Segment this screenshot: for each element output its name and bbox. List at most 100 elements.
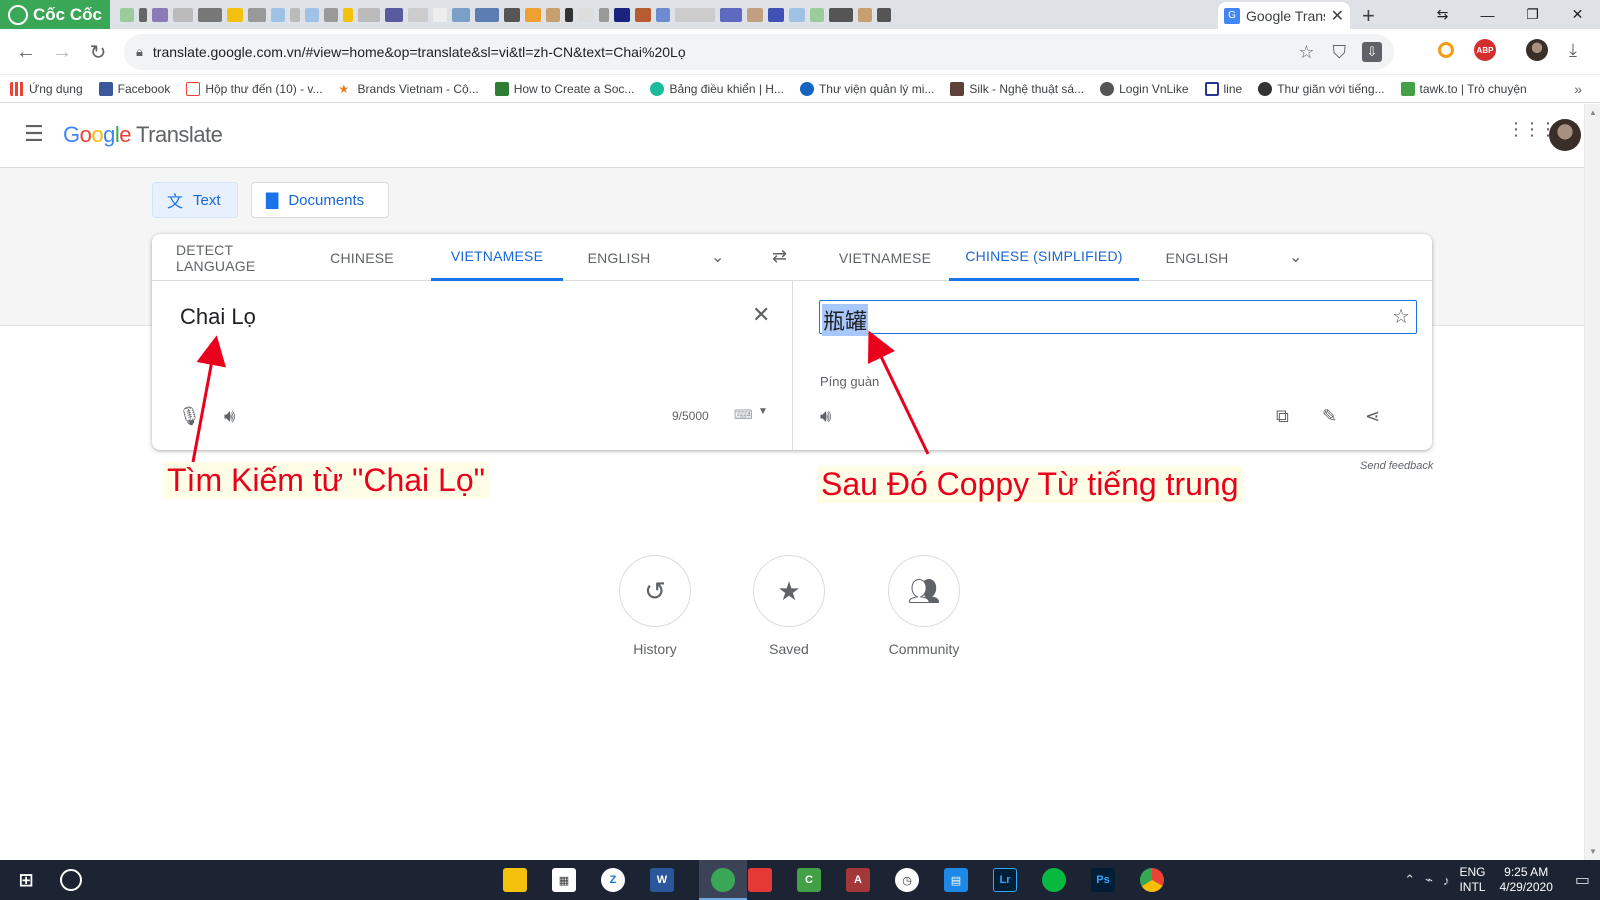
source-lang-english[interactable]: ENGLISH bbox=[582, 234, 656, 281]
camtasia-icon[interactable]: C bbox=[797, 868, 821, 892]
scroll-down-icon[interactable]: ▼ bbox=[1589, 847, 1597, 856]
tab-google-translate[interactable]: G Google Trans ✕ bbox=[1218, 2, 1350, 29]
scroll-up-icon[interactable]: ▲ bbox=[1589, 108, 1597, 117]
address-bar[interactable]: 🔒︎ translate.google.com.vn/#view=home&op… bbox=[124, 34, 1394, 70]
photoshop-icon[interactable]: Ps bbox=[1091, 868, 1115, 892]
account-avatar[interactable] bbox=[1549, 119, 1581, 151]
taskbar-clock[interactable]: 9:25 AM 4/29/2020 bbox=[1499, 865, 1552, 895]
bookmark-line[interactable]: line bbox=[1204, 81, 1243, 96]
send-feedback-link[interactable]: Send feedback bbox=[1360, 460, 1433, 472]
calculator-icon[interactable]: ▦ bbox=[552, 868, 576, 892]
close-tab-icon[interactable]: ✕ bbox=[1331, 6, 1344, 26]
new-tab-icon[interactable]: + bbox=[1362, 3, 1375, 29]
tawk-icon bbox=[1400, 81, 1415, 96]
bookmark-thu-gian[interactable]: Thư giãn với tiếng... bbox=[1258, 81, 1385, 96]
word-icon[interactable]: W bbox=[650, 868, 674, 892]
target-lang-vietnamese[interactable]: VIETNAMESE bbox=[837, 234, 933, 281]
translated-text[interactable]: 瓶罐 bbox=[822, 304, 869, 336]
windows-start-icon[interactable]: ⊞ bbox=[14, 868, 38, 892]
calendar-icon[interactable]: ▤ bbox=[944, 868, 968, 892]
saved-button[interactable]: ★ Saved bbox=[734, 555, 844, 657]
volume-icon[interactable]: ♪ bbox=[1443, 873, 1450, 888]
shield-icon[interactable]: ⛉ bbox=[1333, 42, 1347, 63]
bookmark-library[interactable]: Thư viện quản lý mi... bbox=[799, 81, 935, 96]
bookmark-label: Thư viện quản lý mi... bbox=[818, 81, 935, 96]
bookmark-tawk[interactable]: tawk.to | Trò chuyện bbox=[1400, 81, 1527, 96]
google-translate-logo[interactable]: Google Translate bbox=[63, 122, 223, 148]
forward-icon[interactable]: → bbox=[48, 38, 76, 66]
google-apps-icon[interactable]: ⋮⋮⋮ bbox=[1507, 120, 1557, 138]
edit-translation-icon[interactable]: ✎ bbox=[1322, 406, 1337, 427]
bookmark-label: How to Create a Soc... bbox=[513, 81, 635, 96]
notifications-icon[interactable]: ▭ bbox=[1575, 870, 1590, 890]
network-icon[interactable]: ⌁ bbox=[1425, 872, 1433, 888]
clear-text-icon[interactable]: ✕ bbox=[752, 302, 770, 328]
community-button[interactable]: 👥︎ Community bbox=[869, 555, 979, 657]
documents-mode-button[interactable]: ▇ Documents bbox=[251, 182, 389, 218]
access-icon[interactable]: A bbox=[846, 868, 870, 892]
translation-output[interactable]: 瓶罐 ☆ bbox=[819, 300, 1417, 336]
chrome-icon[interactable] bbox=[1140, 868, 1164, 892]
bookmark-facebook[interactable]: Facebook bbox=[98, 81, 171, 96]
copy-translation-icon[interactable]: ⧉ bbox=[1276, 406, 1289, 427]
bookmark-gmail[interactable]: Hộp thư đến (10) - v... bbox=[186, 81, 323, 96]
adblock-plus-icon[interactable]: ABP bbox=[1474, 39, 1496, 61]
reload-icon[interactable]: ↻ bbox=[84, 38, 112, 66]
source-lang-chinese[interactable]: CHINESE bbox=[322, 234, 402, 281]
bookmark-silk[interactable]: Silk - Nghệ thuật sá... bbox=[950, 81, 1084, 96]
input-tools-dropdown-icon[interactable]: ▼ bbox=[758, 406, 768, 417]
restore-icon[interactable]: ❐ bbox=[1510, 0, 1555, 29]
swap-languages-icon[interactable]: ⇄ bbox=[772, 246, 787, 267]
tray-overflow-chevron-icon[interactable]: ⌃ bbox=[1404, 872, 1415, 888]
page-scrollbar[interactable]: ▲ ▼ bbox=[1584, 104, 1600, 860]
keyboard-icon[interactable]: ⌨ bbox=[734, 407, 753, 423]
bookmark-vnlike[interactable]: Login VnLike bbox=[1100, 81, 1189, 96]
gallery-icon[interactable] bbox=[748, 868, 772, 892]
cortana-search-icon[interactable] bbox=[60, 869, 82, 891]
download-page-icon[interactable]: ⇩ bbox=[1362, 42, 1382, 62]
source-lang-detect[interactable]: DETECT LANGUAGE bbox=[176, 234, 298, 281]
bookmark-dashboard[interactable]: Bảng điều khiển | H... bbox=[650, 81, 784, 96]
bookmark-brands-vietnam[interactable]: ★ Brands Vietnam - Cộ... bbox=[339, 82, 479, 96]
history-button[interactable]: ↺ History bbox=[600, 555, 710, 657]
extension-coccoc-icon[interactable] bbox=[1438, 42, 1454, 58]
share-translation-icon[interactable]: ⋖ bbox=[1365, 406, 1380, 427]
source-lang-vietnamese[interactable]: VIETNAMESE bbox=[431, 234, 563, 281]
browser-toolbar: ← → ↻ 🔒︎ translate.google.com.vn/#view=h… bbox=[0, 29, 1600, 75]
bookmark-label: Facebook bbox=[117, 81, 171, 96]
download-icon[interactable]: ⤓ bbox=[1562, 39, 1584, 61]
microphone-icon[interactable]: 🎙︎ bbox=[178, 406, 201, 427]
zalo-icon[interactable]: Z bbox=[601, 868, 625, 892]
more-bookmarks-icon[interactable]: » bbox=[1574, 81, 1582, 97]
bookmark-star-icon[interactable]: ☆ bbox=[1298, 42, 1314, 63]
menu-icon[interactable]: ☰ bbox=[24, 123, 46, 146]
minimize-icon[interactable]: — bbox=[1465, 0, 1510, 29]
bookmark-label: line bbox=[1223, 81, 1243, 96]
lock-icon[interactable]: 🔒︎ bbox=[136, 44, 143, 60]
text-mode-button[interactable]: 文 Text bbox=[152, 182, 238, 218]
target-lang-chinese-simplified[interactable]: CHINESE (SIMPLIFIED) bbox=[949, 234, 1139, 281]
bookmark-how-to-create[interactable]: How to Create a Soc... bbox=[494, 81, 635, 96]
input-language-indicator[interactable]: ENG INTL bbox=[1459, 865, 1485, 895]
target-lang-english[interactable]: ENGLISH bbox=[1159, 234, 1235, 281]
bookmark-label: tawk.to | Trò chuyện bbox=[1419, 81, 1527, 96]
wechat-icon[interactable] bbox=[1042, 868, 1066, 892]
clock-app-icon[interactable]: ◷ bbox=[895, 868, 919, 892]
lightroom-icon[interactable]: Lr bbox=[993, 868, 1017, 892]
target-listen-speaker-icon[interactable]: 🔊︎ bbox=[820, 406, 831, 427]
source-text-input[interactable]: Chai Lọ bbox=[180, 304, 256, 330]
back-icon[interactable]: ← bbox=[12, 38, 40, 66]
profile-avatar[interactable] bbox=[1526, 39, 1548, 61]
file-explorer-icon[interactable] bbox=[503, 868, 527, 892]
close-window-icon[interactable]: ✕ bbox=[1555, 0, 1600, 29]
source-lang-more-chevron-down-icon[interactable]: ⌄ bbox=[711, 247, 724, 267]
coccoc-taskbar-icon[interactable] bbox=[711, 868, 735, 892]
bookmark-apps[interactable]: Ứng dụng bbox=[10, 81, 83, 96]
url-text[interactable]: translate.google.com.vn/#view=home&op=tr… bbox=[153, 44, 1298, 60]
source-listen-speaker-icon[interactable]: 🔊︎ bbox=[224, 406, 235, 427]
save-translation-star-icon[interactable]: ☆ bbox=[1392, 304, 1410, 329]
pinned-tabs[interactable] bbox=[120, 8, 1205, 24]
browser-brand[interactable]: Cốc Cốc bbox=[0, 0, 110, 29]
target-lang-more-chevron-down-icon[interactable]: ⌄ bbox=[1289, 247, 1302, 267]
tab-search-icon[interactable]: ⇆ bbox=[1420, 0, 1465, 29]
